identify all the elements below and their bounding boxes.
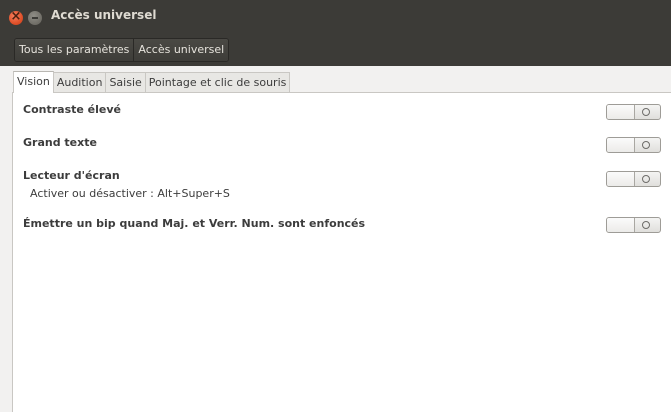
tab-vision[interactable]: Vision <box>13 71 54 93</box>
tab-pointage[interactable]: Pointage et clic de souris <box>145 72 291 92</box>
toggle-keys-label: Émettre un bip quand Maj. et Verr. Num. … <box>23 217 366 230</box>
tab-bar: Vision Audition Saisie Pointage et clic … <box>13 71 291 93</box>
minimize-icon[interactable] <box>28 11 42 25</box>
high-contrast-switch[interactable] <box>606 104 661 120</box>
high-contrast-label: Contraste élevé <box>23 103 121 116</box>
close-icon[interactable] <box>9 9 23 25</box>
screen-reader-label: Lecteur d'écran <box>23 169 120 182</box>
tab-audition[interactable]: Audition <box>53 72 107 92</box>
title-bar: Accès universel <box>0 0 671 36</box>
switch-knob <box>607 218 635 232</box>
large-text-label: Grand texte <box>23 136 97 149</box>
breadcrumb-universal-access[interactable]: Accès universel <box>133 39 229 61</box>
toolbar: Tous les paramètres Accès universel <box>0 36 671 66</box>
toggle-keys-switch[interactable] <box>606 217 661 233</box>
tab-saisie[interactable]: Saisie <box>106 72 146 92</box>
screen-reader-switch[interactable] <box>606 171 661 187</box>
switch-knob <box>607 138 635 152</box>
off-circle-icon <box>642 141 650 149</box>
breadcrumb-all-settings[interactable]: Tous les paramètres <box>15 39 134 61</box>
window-title: Accès universel <box>51 8 157 22</box>
vision-panel: Contraste élevé Grand texte Lecteur d'éc… <box>12 92 671 412</box>
large-text-switch[interactable] <box>606 137 661 153</box>
off-circle-icon <box>642 221 650 229</box>
off-circle-icon <box>642 175 650 183</box>
breadcrumb: Tous les paramètres Accès universel <box>14 38 230 62</box>
content-area: Vision Audition Saisie Pointage et clic … <box>0 66 671 412</box>
switch-knob <box>607 172 635 186</box>
screen-reader-shortcut: Activer ou désactiver : Alt+Super+S <box>30 187 230 200</box>
switch-knob <box>607 105 635 119</box>
off-circle-icon <box>642 108 650 116</box>
